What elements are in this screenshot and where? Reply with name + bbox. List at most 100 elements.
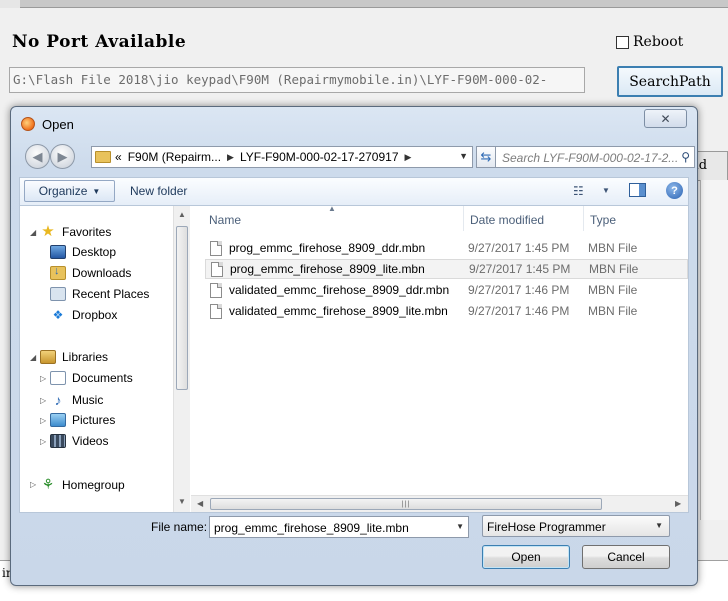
downloads-icon (50, 265, 66, 280)
nav-item-videos[interactable]: ▷ Videos (40, 434, 108, 448)
expand-triangle-icon[interactable]: ▷ (40, 416, 50, 425)
scrollbar-thumb[interactable]: ||| (210, 498, 602, 510)
close-button[interactable]: ✕ (644, 109, 687, 128)
breadcrumb-chevron-icon[interactable]: ▶ (405, 152, 412, 163)
organize-button[interactable]: Organize ▼ (24, 180, 115, 202)
nav-item-music[interactable]: ▷ ♪ Music (40, 392, 103, 408)
file-icon (210, 303, 222, 319)
refresh-icon: ⇆ (480, 149, 492, 164)
breadcrumb-item[interactable]: LYF-F90M-000-02-17-270917 (240, 150, 399, 164)
breadcrumb-item[interactable]: F90M (Repairm... (128, 150, 221, 164)
horizontal-scrollbar[interactable]: ◀ ||| ▶ (191, 495, 688, 512)
view-dropdown-icon[interactable]: ▼ (602, 186, 610, 195)
file-name-value: prog_emmc_firehose_8909_lite.mbn (214, 521, 409, 535)
search-icon[interactable]: ⚲ (681, 150, 690, 164)
nav-item-documents[interactable]: ▷ Documents (40, 371, 133, 385)
videos-icon (50, 434, 66, 448)
chevron-down-icon[interactable]: ▼ (456, 522, 464, 531)
file-name: validated_emmc_firehose_8909_ddr.mbn (229, 283, 450, 297)
forward-button[interactable]: ▶ (50, 144, 75, 169)
nav-label: Favorites (62, 225, 112, 239)
address-dropdown-icon[interactable]: ▼ (459, 151, 468, 161)
file-row-selected[interactable]: prog_emmc_firehose_8909_lite.mbn 9/27/20… (205, 259, 688, 279)
file-name-input[interactable]: prog_emmc_firehose_8909_lite.mbn ▼ (209, 516, 469, 538)
nav-item-pictures[interactable]: ▷ Pictures (40, 413, 115, 427)
open-button[interactable]: Open (482, 545, 570, 569)
nav-item-homegroup[interactable]: ▷ ⚘ Homegroup (30, 476, 125, 493)
folder-icon (95, 151, 111, 163)
music-icon: ♪ (54, 392, 62, 408)
searchpath-button[interactable]: SearchPath (617, 66, 723, 97)
libraries-icon (40, 350, 56, 364)
nav-item-recent-places[interactable]: Recent Places (50, 287, 149, 301)
new-folder-button[interactable]: New folder (130, 184, 187, 198)
column-divider[interactable] (463, 206, 464, 231)
forward-arrow-icon: ▶ (57, 148, 68, 164)
search-input[interactable]: Search LYF-F90M-000-02-17-2... ⚲ (495, 146, 695, 168)
nav-item-favorites[interactable]: ◢ ★ Favorites (30, 224, 111, 240)
refresh-button[interactable]: ⇆ (476, 146, 496, 168)
grip-icon: ||| (401, 500, 411, 508)
address-bar[interactable]: « F90M (Repairm... ▶ LYF-F90M-000-02-17-… (91, 146, 473, 168)
file-row[interactable]: validated_emmc_firehose_8909_lite.mbn 9/… (205, 301, 688, 321)
documents-icon (50, 371, 66, 385)
file-name-label: File name: (151, 520, 208, 534)
reboot-checkbox-box[interactable] (616, 35, 629, 49)
dialog-title: Open (42, 117, 74, 132)
expand-triangle-icon[interactable]: ▷ (40, 396, 50, 405)
scroll-up-icon[interactable]: ▲ (178, 210, 186, 219)
file-icon (211, 261, 223, 277)
desktop-icon (50, 245, 66, 259)
reboot-checkbox[interactable]: Reboot (616, 34, 683, 50)
port-status-label: No Port Available (12, 32, 187, 52)
scroll-right-icon[interactable]: ▶ (675, 499, 681, 508)
command-toolbar: Organize ▼ New folder ☷ ▼ ? (19, 177, 689, 205)
file-name: prog_emmc_firehose_8909_lite.mbn (230, 262, 425, 276)
nav-item-libraries[interactable]: ◢ Libraries (30, 350, 108, 364)
expand-triangle-icon[interactable]: ▷ (30, 480, 40, 489)
file-type: MBN File (588, 241, 638, 255)
file-type-value: FireHose Programmer (487, 520, 606, 534)
back-button[interactable]: ◀ (25, 144, 50, 169)
navigation-scrollbar[interactable]: ▲ ▼ (173, 206, 190, 512)
cancel-button[interactable]: Cancel (582, 545, 670, 569)
file-date: 9/27/2017 1:45 PM (469, 262, 571, 276)
nav-label: Documents (72, 371, 133, 385)
file-type: MBN File (589, 262, 639, 276)
help-icon[interactable]: ? (666, 182, 683, 199)
expand-triangle-icon[interactable]: ▷ (40, 437, 50, 446)
column-divider[interactable] (583, 206, 584, 231)
navigation-pane: ◢ ★ Favorites Desktop Downloads Recent P… (20, 206, 176, 512)
file-icon (210, 282, 222, 298)
scroll-left-icon[interactable]: ◀ (197, 499, 203, 508)
address-overflow-icon[interactable]: « (115, 150, 122, 164)
background-panel (700, 180, 728, 520)
nav-label: Videos (72, 434, 109, 448)
navigation-bar: ◀ ▶ « F90M (Repairm... ▶ LYF-F90M-000-02… (19, 142, 695, 170)
scroll-down-icon[interactable]: ▼ (178, 497, 186, 506)
column-header-name[interactable]: Name (209, 213, 241, 227)
nav-item-dropbox[interactable]: ❖ Dropbox (50, 308, 118, 322)
column-header-date-modified[interactable]: Date modified (470, 213, 544, 227)
nav-item-desktop[interactable]: Desktop (50, 245, 116, 259)
preview-pane-icon[interactable] (629, 183, 646, 197)
nav-item-downloads[interactable]: Downloads (50, 265, 131, 280)
collapse-triangle-icon[interactable]: ◢ (30, 228, 40, 237)
file-row[interactable]: validated_emmc_firehose_8909_ddr.mbn 9/2… (205, 280, 688, 300)
collapse-triangle-icon[interactable]: ◢ (30, 353, 40, 362)
sort-ascending-icon: ▲ (328, 204, 336, 213)
path-field[interactable]: G:\Flash File 2018\jio keypad\F90M (Repa… (9, 67, 585, 93)
view-options-icon[interactable]: ☷ (573, 184, 584, 198)
file-type-select[interactable]: FireHose Programmer ▼ (482, 515, 670, 537)
scrollbar-thumb[interactable] (176, 226, 188, 390)
column-header-type[interactable]: Type (590, 213, 616, 227)
expand-triangle-icon[interactable]: ▷ (40, 374, 50, 383)
file-name: prog_emmc_firehose_8909_ddr.mbn (229, 241, 426, 255)
file-row[interactable]: prog_emmc_firehose_8909_ddr.mbn 9/27/201… (205, 238, 688, 258)
file-name: validated_emmc_firehose_8909_lite.mbn (229, 304, 448, 318)
dropbox-icon: ❖ (52, 308, 64, 322)
browser-content: ◢ ★ Favorites Desktop Downloads Recent P… (19, 204, 689, 513)
homegroup-icon: ⚘ (41, 476, 55, 492)
breadcrumb-chevron-icon[interactable]: ▶ (227, 152, 234, 163)
chevron-down-icon[interactable]: ▼ (655, 521, 663, 530)
